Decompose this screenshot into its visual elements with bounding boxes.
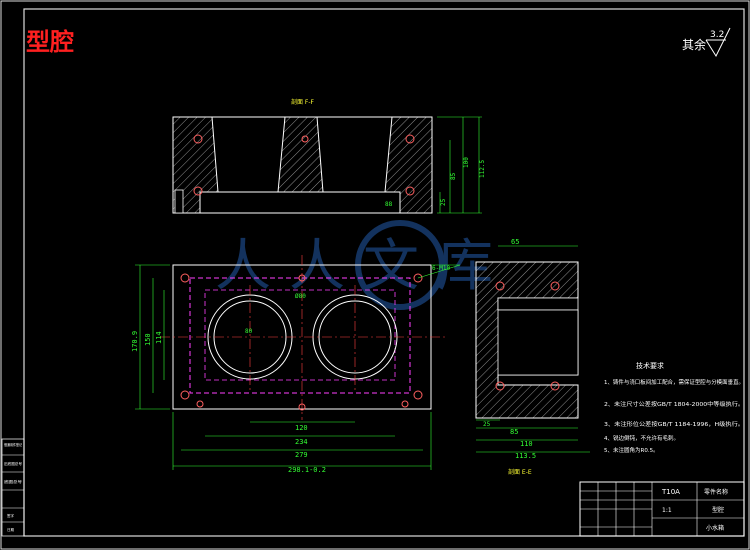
ee-dim-85: 85 (510, 428, 518, 436)
note-5: 5、未注圆角为R0.5。 (604, 446, 659, 454)
note-4: 4、锐边倒钝，不允许有毛刺。 (604, 434, 679, 442)
technical-notes: 技术要求 1、铸件与浇口板间加工配合，需保证型腔与分模面垂直。 2、未注尺寸公差… (604, 361, 744, 454)
ff-dim-25: 25 (440, 198, 447, 206)
roughness-value: 3.2 (710, 30, 724, 40)
notes-heading: 技术要求 (636, 361, 664, 370)
drawing-title: 型腔 (26, 28, 74, 56)
tb-part-name: 型腔 (712, 506, 724, 514)
tb-scale: 1:1 (662, 507, 672, 514)
strip-2: 旧底图总号 (4, 461, 23, 466)
strip-3: 底图总号 (4, 479, 23, 484)
watermark-text: 人人文库 (215, 234, 511, 299)
roughness-prefix: 其余 (682, 37, 706, 52)
tb-product: 小水箱 (706, 524, 724, 532)
ff-dim-112: 112.5 (479, 160, 486, 178)
strip-1: 借通用件登记 (4, 442, 22, 447)
strip-4: 签字 (7, 513, 14, 518)
section-ee-label: 剖面 E-E (508, 468, 532, 476)
tb-part-name-label: 零件名称 (704, 488, 728, 496)
note-2: 2、未注尺寸公差按GB/T 1804-2000中等级执行。 (604, 400, 744, 408)
ee-dim-25: 25 (483, 421, 491, 428)
drawing-sheet: 型腔 其余 3.2 人人文库 剖面 F-F 100 85 25 112.5 88… (0, 0, 750, 550)
ff-dim-100: 100 (463, 157, 470, 168)
note-3: 3、未注形位公差按GB/T 1184-1996，H级执行。 (604, 420, 744, 428)
strip-5: 日期 (7, 527, 14, 532)
plan-dim-150: 150 (144, 333, 152, 346)
plan-dim-170: 170.9 (131, 331, 139, 352)
plan-dim-114: 114 (155, 331, 163, 344)
note-1: 1、铸件与浇口板间加工配合，需保证型腔与分模面垂直。 (604, 378, 744, 386)
ee-dim-65: 65 (511, 238, 519, 246)
section-ee-view: 65 85 110 113.5 25 剖面 E-E (475, 238, 590, 476)
ee-dim-113: 113.5 (515, 452, 536, 460)
section-ff-label: 剖面 F-F (291, 98, 315, 106)
plan-dim-298: 298.1-0.2 (288, 466, 326, 474)
tb-material: T10A (661, 488, 680, 496)
ff-dim-85: 85 (450, 172, 457, 180)
title-block: T10A 零件名称 型腔 1:1 小水箱 (579, 481, 745, 537)
section-ff-view: 剖面 F-F 100 85 25 112.5 88 (172, 98, 486, 214)
plan-dim-80: 80 (245, 328, 253, 335)
plan-dim-120: 120 (295, 424, 308, 432)
plan-hole-callout: 6-M10 (432, 265, 450, 272)
surface-roughness-symbol: 其余 3.2 (682, 27, 731, 58)
ff-dim-ref: 88 (385, 201, 393, 208)
plan-dim-279: 279 (295, 451, 308, 459)
left-strip: 借通用件登记 旧底图总号 底图总号 签字 日期 (1, 438, 25, 537)
plan-dim-234: 234 (295, 438, 308, 446)
ee-dim-110: 110 (520, 440, 533, 448)
plan-dia-callout: Ø80 (295, 293, 306, 300)
